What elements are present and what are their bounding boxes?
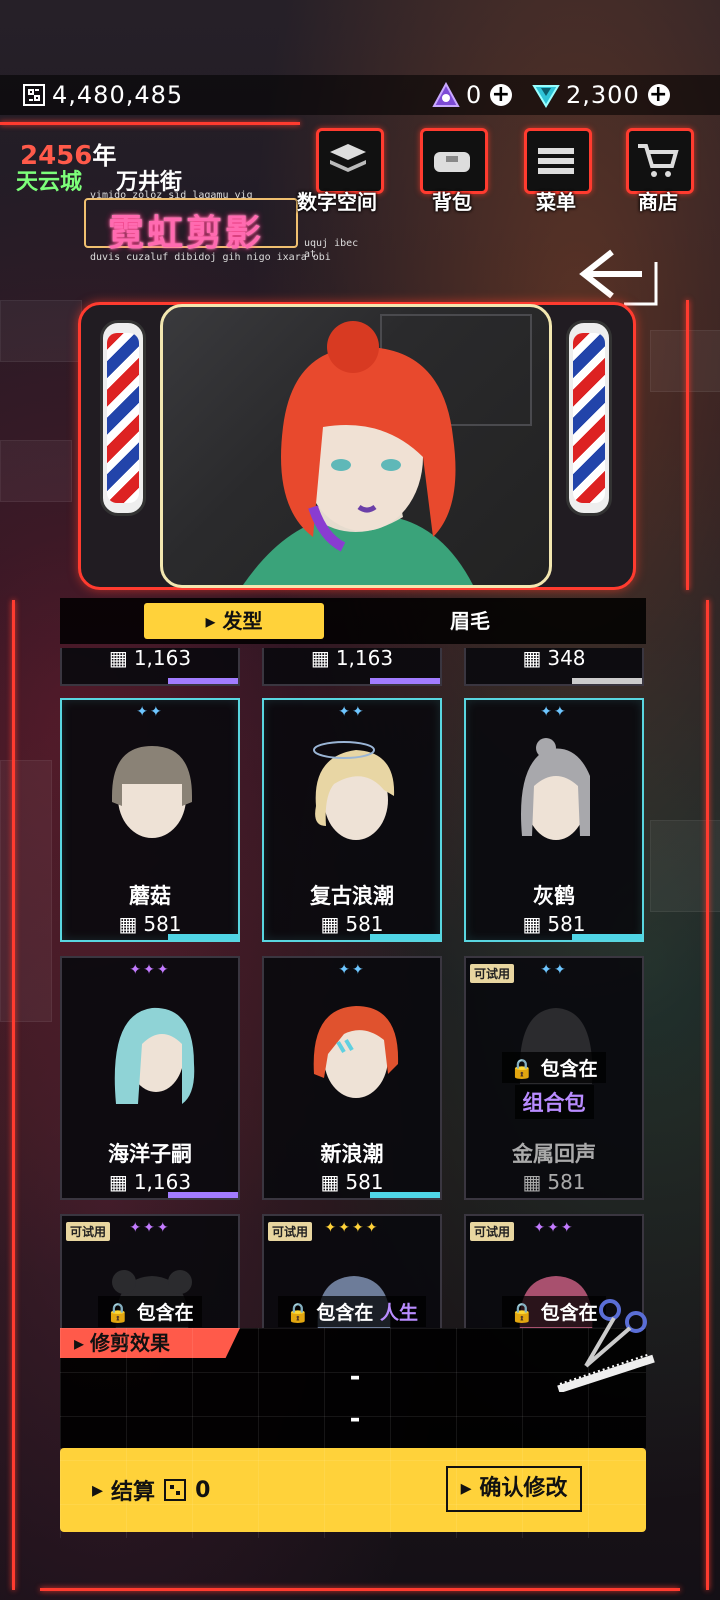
chip-icon: ▦	[310, 648, 330, 670]
hairstyle-card-mushroom[interactable]: ✦✦ 蘑菇 ▦ 581	[60, 698, 240, 942]
lock-icon: 🔒	[510, 1302, 535, 1324]
bundle-lock: 🔒 包含在 组合包	[466, 1052, 642, 1119]
add-tokens-button[interactable]: +	[490, 84, 513, 106]
tab-eyebrow[interactable]: 眉毛	[420, 603, 520, 639]
barber-pole	[566, 320, 612, 516]
hairstyle-icon	[313, 741, 395, 840]
chip-icon	[23, 84, 45, 106]
hairstyle-card-ocean-heir[interactable]: ✦✦✦ 海洋子嗣 ▦ 1,163	[60, 956, 240, 1200]
sign-deco-text: duvis cuzaluf dibidoj gih nigo ixara obi	[90, 252, 331, 263]
shop-name: 霓虹剪影	[108, 213, 265, 254]
neon-frame-line	[0, 122, 300, 125]
hairstyle-card-locked[interactable]: 可试用 ✦✦✦ 🔒 包含在	[60, 1214, 240, 1328]
neon-frame-line	[40, 1588, 680, 1591]
hairstyle-icon	[114, 1007, 195, 1104]
bag-icon	[434, 152, 470, 172]
menu-button[interactable]: 菜单	[520, 128, 592, 214]
store-button[interactable]: 商店	[622, 128, 694, 214]
character-preview	[160, 304, 552, 588]
layers-icon	[330, 144, 366, 172]
hairstyle-card-locked[interactable]: 可试用 ✦✦✦✦ 🔒 包含在 人生	[262, 1214, 442, 1328]
city-name: 天云城	[16, 170, 83, 195]
effect-value: -	[349, 1404, 361, 1434]
chip-icon: ▦	[522, 648, 542, 670]
trim-effect-title: 修剪效果	[60, 1328, 240, 1358]
hairstyle-card-metal-echo[interactable]: 可试用 ✦✦ 🔒 包含在 组合包 金属回声 ▦ 581	[464, 956, 644, 1200]
effect-value: -	[349, 1362, 361, 1392]
barber-pole	[100, 320, 146, 516]
back-arrow-icon[interactable]	[576, 244, 660, 308]
bundle-lock: 🔒 包含在	[62, 1296, 238, 1327]
lock-icon: 🔒	[286, 1302, 310, 1324]
hairstyle-grid[interactable]: ▦ 1,163 ▦ 1,163 ▦ 348 ✦✦ 蘑菇 ▦ 581 ✦✦ 复古浪潮 ▦ 5…	[60, 648, 646, 1328]
hairstyle-icon	[112, 746, 192, 838]
hairstyle-icon	[313, 1006, 399, 1098]
checkout-total: ▸ 结算 0	[92, 1477, 211, 1506]
chip-icon: ▦	[320, 1170, 340, 1194]
hairstyle-card[interactable]: ▦ 1,163	[262, 648, 442, 686]
chip-icon: ▦	[108, 1170, 128, 1194]
chip-icon	[164, 1479, 187, 1501]
hairstyle-card[interactable]: ▦ 348	[464, 648, 644, 686]
gems-balance: 2,300 +	[532, 78, 670, 112]
chip-icon: ▦	[118, 912, 138, 936]
hairstyle-card-new-wave[interactable]: ✦✦ 新浪潮 ▦ 581	[262, 956, 442, 1200]
background-sign	[650, 820, 720, 912]
triangle-token-icon	[432, 82, 460, 107]
background-sign	[0, 760, 52, 1022]
cart-icon	[638, 144, 679, 177]
gem-icon	[532, 85, 560, 108]
confirm-changes-button[interactable]: ▸ 确认修改	[446, 1466, 582, 1512]
character-portrait	[243, 314, 532, 585]
background-sign	[0, 300, 82, 362]
neon-frame-line	[12, 600, 15, 1590]
hairstyle-card[interactable]: ▦ 1,163	[60, 648, 240, 686]
chip-icon: ▦	[320, 912, 340, 936]
add-gems-button[interactable]: +	[647, 84, 670, 106]
digital-space-button[interactable]: 数字空间	[297, 128, 384, 214]
tokens-balance: 0 +	[432, 78, 513, 112]
tab-hair[interactable]: ▸ 发型	[144, 603, 324, 639]
chip-icon: ▦	[522, 912, 542, 936]
chips-balance: 4,480,485	[22, 78, 183, 112]
chip-icon: ▦	[108, 648, 128, 670]
hairstyle-icon	[521, 738, 590, 840]
scissors-comb-icon	[557, 1299, 655, 1392]
neon-frame-line	[706, 600, 709, 1590]
lock-icon: 🔒	[510, 1058, 535, 1080]
lock-icon: 🔒	[106, 1302, 131, 1324]
background-sign	[0, 440, 72, 502]
bag-button[interactable]: 背包	[416, 128, 488, 214]
hairstyle-card-grey-crane[interactable]: ✦✦ 灰鹤 ▦ 581	[464, 698, 644, 942]
bundle-lock: 🔒 包含在 人生	[264, 1296, 440, 1327]
chip-icon: ▦	[522, 1170, 542, 1194]
background-sign	[650, 330, 720, 392]
hairstyle-card-retro-wave[interactable]: ✦✦ 复古浪潮 ▦ 581	[262, 698, 442, 942]
menu-grid-icon	[538, 148, 574, 174]
neon-frame-line	[686, 300, 689, 590]
